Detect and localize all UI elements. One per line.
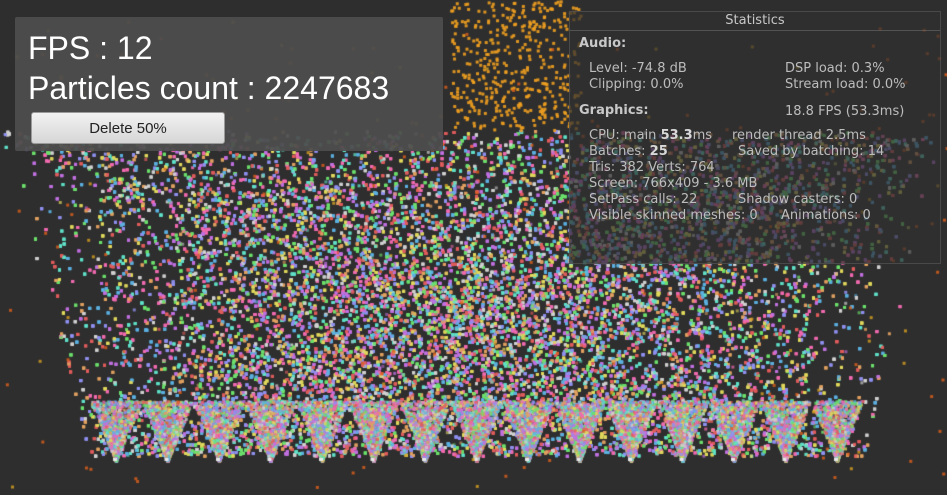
graphics-header: Graphics: [579,103,649,118]
visible-skinned-meshes: Visible skinned meshes: 0 [589,208,758,223]
cpu-main-value: 53.3 [660,128,693,143]
batches-label: Batches: [589,144,650,159]
audio-level: Level: -74.8 dB [589,61,687,76]
statistics-panel: Statistics Audio: Level: -74.8 dB DSP lo… [569,11,941,264]
saved-by-batching: Saved by batching: 14 [738,144,885,159]
tris-verts: Tris: 382 Verts: 764 [589,160,715,175]
title-divider [570,30,940,31]
delete-50-button[interactable]: Delete 50% [31,112,225,144]
fps-counter: FPS : 12 [28,30,153,66]
cpu-stats: CPU: main 53.3ms [589,128,712,144]
audio-header: Audio: [579,36,627,51]
particles-count: Particles count : 2247683 [28,70,390,106]
setpass-calls: SetPass calls: 22 [589,192,698,207]
clipping: Clipping: 0.0% [589,77,684,92]
graphics-fps: 18.8 FPS (53.3ms) [785,104,905,119]
animations: Animations: 0 [781,208,871,223]
cpu-main-label: CPU: main [589,128,661,143]
statistics-title: Statistics [725,13,785,28]
dsp-load: DSP load: 0.3% [785,61,885,76]
screen-info: Screen: 766x409 - 3.6 MB [589,176,758,191]
render-thread: render thread 2.5ms [732,128,866,143]
batches: Batches: 25 [589,144,668,160]
shadow-casters: Shadow casters: 0 [738,192,858,207]
cpu-main-unit: ms [692,128,713,143]
batches-value: 25 [649,144,668,159]
hud-panel: FPS : 12 Particles count : 2247683 Delet… [15,17,443,151]
stream-load: Stream load: 0.0% [785,77,906,92]
